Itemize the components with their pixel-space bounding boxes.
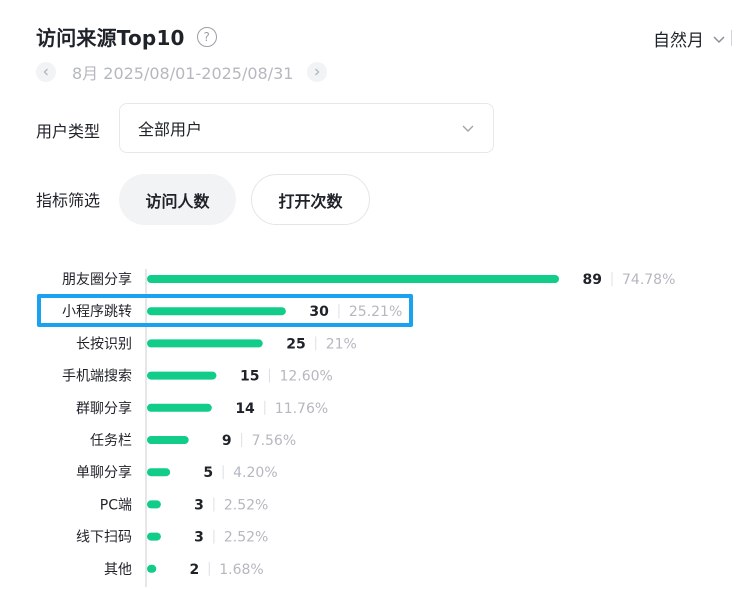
page-title: 访问来源Top10 xyxy=(36,26,185,50)
user-type-select[interactable]: 全部用户 xyxy=(119,103,494,153)
bar-value: 2 xyxy=(190,562,200,578)
bar-label: 任务栏 xyxy=(90,433,132,449)
bar-label: 单聊分享 xyxy=(76,464,132,481)
bar-value: 5 xyxy=(203,465,213,481)
bar-value: 9 xyxy=(222,433,232,449)
question-circle-icon[interactable]: ? xyxy=(196,26,217,47)
bar-percent: 12.60% xyxy=(279,369,332,385)
bar-value: 25 xyxy=(286,336,305,352)
bar-label: 长按识别 xyxy=(76,336,132,352)
bar-percent: 1.68% xyxy=(219,562,263,578)
bar-value: 15 xyxy=(240,369,259,385)
date-range: 8月 2025/08/01-2025/08/31 xyxy=(36,60,328,84)
bar-percent: 4.20% xyxy=(233,465,277,481)
bar-percent: 2.52% xyxy=(224,497,268,513)
period-label: 自然月 xyxy=(653,31,704,51)
bar xyxy=(147,500,161,509)
bar-percent: 7.56% xyxy=(252,433,296,449)
highlight-box xyxy=(37,294,413,327)
bar xyxy=(147,564,157,573)
bar-value: 14 xyxy=(235,401,255,417)
header: 访问来源Top10 ? xyxy=(36,22,217,51)
bar-label: 朋友圈分享 xyxy=(62,271,132,288)
bar-percent: 21% xyxy=(326,336,357,352)
metric-label: 指标筛选 xyxy=(36,191,101,210)
bar-percent: 74.78% xyxy=(622,272,675,288)
date-range-text: 8月 2025/08/01-2025/08/31 xyxy=(72,64,294,83)
bar xyxy=(147,339,263,348)
metric-chip-opens[interactable]: 打开次数 xyxy=(251,174,370,225)
chevron-left-icon xyxy=(43,68,48,76)
bar xyxy=(147,468,171,477)
bar xyxy=(147,436,189,444)
bar xyxy=(147,403,212,412)
bar-label: 线下扫码 xyxy=(76,530,132,546)
bar-label: PC端 xyxy=(100,497,132,513)
bar-value: 3 xyxy=(194,497,204,513)
prev-period-button[interactable] xyxy=(36,62,56,82)
period-select[interactable]: 自然月 xyxy=(653,26,726,51)
bar-value: 3 xyxy=(194,530,204,546)
bar-percent: 2.52% xyxy=(224,530,268,546)
bar-label: 群聊分享 xyxy=(76,400,132,417)
next-period-button[interactable] xyxy=(307,62,328,82)
bar-label: 其他 xyxy=(104,562,132,578)
bar-label: 手机端搜索 xyxy=(62,368,132,385)
period-divider xyxy=(731,30,732,46)
chevron-down-icon xyxy=(462,125,474,132)
chevron-right-icon xyxy=(315,68,320,76)
metric-chip-visitors[interactable]: 访问人数 xyxy=(119,174,236,225)
bar xyxy=(147,275,559,283)
chevron-down-icon xyxy=(713,35,725,43)
user-type-value: 全部用户 xyxy=(138,120,203,139)
bar xyxy=(147,371,217,380)
bar-value: 89 xyxy=(583,272,602,288)
bar xyxy=(147,532,161,541)
user-type-label: 用户类型 xyxy=(36,122,101,141)
bar-percent: 11.76% xyxy=(275,401,328,417)
